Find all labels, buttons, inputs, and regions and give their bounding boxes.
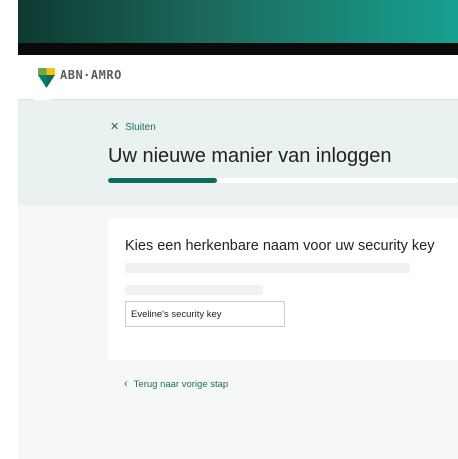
security-key-name-input[interactable]	[125, 301, 285, 327]
site-header: ABN·AMRO	[18, 55, 458, 100]
progress-bar	[108, 178, 458, 183]
close-button[interactable]: ✕ Sluiten	[110, 121, 156, 134]
placeholder-line	[125, 285, 263, 295]
placeholder-line	[125, 263, 410, 273]
abn-amro-shield-icon	[38, 68, 55, 88]
black-bar	[18, 43, 458, 55]
progress-fill	[108, 178, 217, 183]
top-banner	[18, 0, 458, 43]
form-title: Kies een herkenbare naam voor uw securit…	[125, 238, 435, 254]
close-icon: ✕	[110, 121, 120, 133]
back-label: Terug naar vorige stap	[133, 379, 229, 390]
chevron-left-icon: ‹	[124, 378, 128, 390]
back-button[interactable]: ‹ Terug naar vorige stap	[124, 378, 229, 391]
page-title: Uw nieuwe manier van inloggen	[108, 145, 392, 167]
close-label: Sluiten	[125, 122, 156, 133]
brand-name: ABN·AMRO	[60, 68, 122, 82]
